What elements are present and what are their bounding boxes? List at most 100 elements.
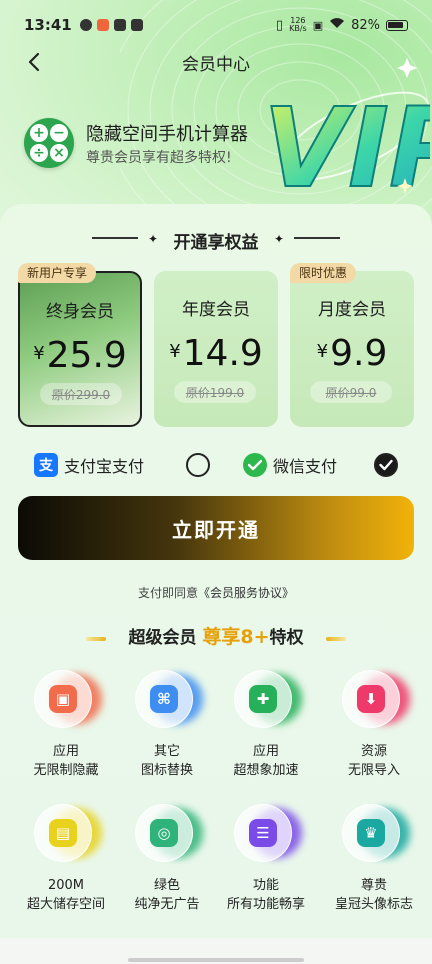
box-icon: ▣: [49, 685, 77, 713]
agreement-prefix: 支付即同意: [137, 586, 198, 600]
alipay-icon: 支: [34, 453, 58, 477]
privilege-desc: 图标替换: [140, 763, 193, 778]
privilege-desc: 纯净无广告: [134, 897, 200, 912]
privileges-prefix: 超级会员: [128, 628, 197, 648]
minus-icon: −: [50, 124, 68, 142]
privilege-item: ☰ 功能 所有功能畅享: [212, 802, 320, 914]
price-value: 14.9: [182, 333, 263, 374]
privilege-title: 200M: [47, 878, 85, 893]
alipay-radio[interactable]: [186, 453, 210, 477]
currency-symbol: ¥: [33, 343, 45, 364]
privilege-title: 绿色: [153, 878, 180, 893]
app-icon: + − ÷ ×: [24, 118, 74, 168]
privilege-item: ⬇ 资源无限导入: [320, 668, 428, 780]
privilege-icon-wrap: ⬇: [342, 668, 410, 732]
notification-icons: [79, 19, 143, 31]
privilege-desc: 所有功能畅享: [226, 897, 305, 912]
vip-artwork: VIP: [255, 58, 432, 213]
download-icon: ⬇: [357, 685, 385, 713]
privileges-suffix: 特权: [269, 628, 304, 648]
privilege-icon-wrap: ▤: [34, 802, 102, 866]
alipay-option[interactable]: 支 支付宝支付: [34, 450, 144, 480]
icon-disc: ▤: [34, 804, 92, 862]
icon-disc: ✚: [234, 670, 292, 728]
crown-icon: ♛: [357, 819, 385, 847]
privilege-desc: 无限导入: [347, 763, 400, 778]
check-icon: [379, 459, 393, 471]
privilege-title: 其它: [153, 744, 180, 759]
icon-disc: ☰: [234, 804, 292, 862]
heading-bar-right: [326, 637, 346, 641]
leaf-app-icon: [79, 19, 92, 31]
privilege-icon-wrap: ♛: [342, 802, 410, 866]
wechat-radio[interactable]: [374, 453, 398, 477]
section-dot-right: ✦: [274, 232, 285, 246]
privilege-item: ▣ 应用 无限制隐藏: [12, 668, 120, 780]
status-right: ▯ 126 KB/s ▣ 82%: [276, 17, 408, 33]
original-price: 原价99.0: [310, 381, 392, 403]
divide-icon: ÷: [30, 144, 48, 162]
wechat-option[interactable]: 微信支付: [243, 450, 337, 480]
plan-price: ¥9.9: [290, 333, 414, 374]
wechat-label: 微信支付: [273, 457, 338, 476]
privilege-icon-wrap: ☰: [234, 802, 302, 866]
privileges-highlight: 尊享8+: [202, 626, 270, 648]
battery-icon: [386, 19, 408, 31]
price-value: 9.9: [330, 333, 388, 374]
currency-symbol: ¥: [316, 341, 329, 362]
privilege-item: ⌘ 其它图标替换: [113, 668, 221, 780]
icon-disc: ⬇: [342, 670, 400, 728]
app-name: 隐藏空间手机计算器: [86, 124, 248, 145]
net-speed: 126 KB/s: [289, 17, 307, 33]
plan-price: ¥14.9: [154, 333, 278, 374]
section-title: 开通享权益: [173, 233, 259, 253]
news-app-icon: [96, 19, 109, 31]
privilege-desc: 皇冠头像标志: [334, 897, 413, 912]
video-app-icon: [113, 19, 126, 31]
plus-icon: +: [30, 124, 48, 142]
privilege-title: 资源: [360, 744, 387, 759]
limited-offer-tag: 限时优惠: [290, 263, 357, 283]
times-icon: ×: [50, 144, 68, 162]
price-value: 25.9: [46, 335, 127, 376]
plan-monthly[interactable]: 月度会员 ¥9.9 原价99.0: [290, 271, 414, 427]
wifi-icon: [329, 17, 345, 33]
alipay-label: 支付宝支付: [64, 457, 145, 476]
privileges-heading: 超级会员 尊享8+特权: [0, 622, 432, 649]
privilege-title: 应用: [52, 744, 79, 759]
plan-lifetime[interactable]: 终身会员 ¥25.9 原价299.0: [18, 271, 142, 427]
privilege-item: ▤ 200M 超大储存空间: [12, 802, 120, 914]
plan-price: ¥25.9: [20, 335, 140, 376]
plan-name: 月度会员: [318, 300, 386, 320]
privilege-desc: 超想象加速: [233, 763, 299, 778]
activate-button[interactable]: 立即开通: [18, 496, 414, 560]
icon-disc: ♛: [342, 804, 400, 862]
privilege-title: 尊贵: [360, 878, 387, 893]
privilege-icon-wrap: ⌘: [135, 668, 203, 732]
safe-icon: ◎: [150, 819, 178, 847]
plan-name: 年度会员: [182, 300, 250, 320]
currency-symbol: ¥: [169, 341, 181, 362]
privilege-icon-wrap: ▣: [34, 668, 102, 732]
privilege-item: ◎ 绿色纯净无广告: [113, 802, 221, 914]
service-agreement-link[interactable]: 《会员服务协议》: [198, 586, 294, 600]
new-user-tag: 新用户专享: [18, 263, 97, 283]
status-bar: 13:41 ▯ 126 KB/s ▣ 82%: [0, 0, 432, 50]
icon-disc: ⌘: [135, 670, 193, 728]
command-icon: ⌘: [150, 685, 178, 713]
app-subtitle: 尊贵会员享有超多特权!: [86, 150, 232, 166]
plan-name: 终身会员: [46, 302, 114, 322]
icon-disc: ▣: [34, 670, 92, 728]
status-time: 13:41: [24, 16, 72, 34]
archive-icon: ▤: [49, 819, 77, 847]
privilege-item: ♛ 尊贵皇冠头像标志: [320, 802, 428, 914]
privilege-desc: 超大储存空间: [26, 897, 105, 912]
privilege-item: ✚ 应用超想象加速: [212, 668, 320, 780]
gamepad-icon: ✚: [249, 685, 277, 713]
privilege-title: 应用: [252, 744, 279, 759]
plan-annual[interactable]: 年度会员 ¥14.9 原价199.0: [154, 271, 278, 427]
privilege-icon-wrap: ✚: [234, 668, 302, 732]
privilege-icon-wrap: ◎: [135, 802, 203, 866]
vibrate-icon: ▯: [275, 17, 284, 33]
sim-icon: ▣: [312, 18, 324, 32]
